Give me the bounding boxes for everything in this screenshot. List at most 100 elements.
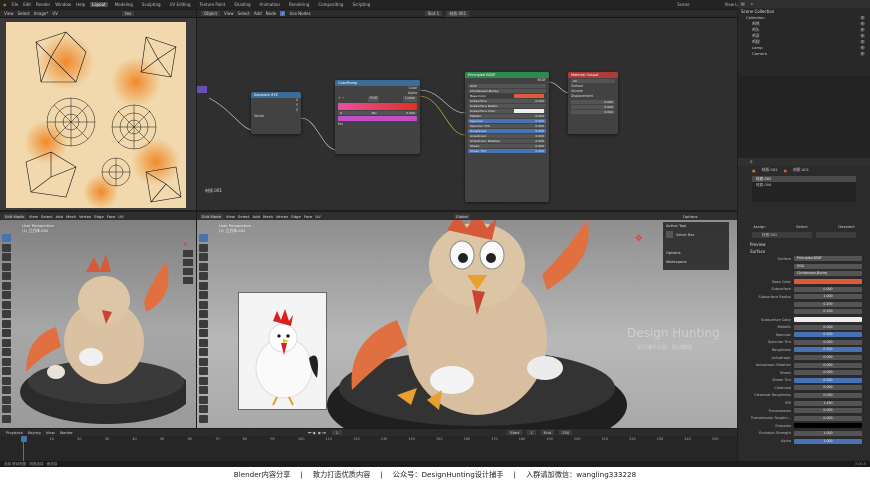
distribution-field[interactable]: GGX (794, 263, 862, 269)
rotate-tool-icon[interactable] (2, 262, 11, 271)
right-menu-uv[interactable]: UV (315, 214, 320, 219)
r-inset-tool-icon[interactable] (199, 319, 208, 328)
tab-shading[interactable]: Shading (232, 2, 252, 7)
assign-button[interactable]: Assign (753, 224, 765, 229)
surface-prop-value[interactable]: 1.450 (794, 400, 862, 406)
polybuild-tool-icon[interactable] (2, 357, 11, 366)
ramp-interp-selector[interactable]: Linear (403, 96, 417, 102)
socket-bsdf-out[interactable]: BSDF (465, 78, 549, 83)
surface-prop-value[interactable]: 0.000 (794, 286, 862, 292)
timeline-menu-view[interactable]: View (46, 430, 55, 435)
timeline-menu-marker[interactable]: Marker (60, 430, 73, 435)
timeline-menu-playback[interactable]: Playback (6, 430, 23, 435)
material-output-node[interactable]: Material Output All Surface Volume Displ… (568, 72, 618, 134)
timeline-menu-keying[interactable]: Keying (28, 430, 41, 435)
r-smooth-tool-icon[interactable] (199, 376, 208, 385)
separate-xyz-node[interactable]: Separate XYZ X Y Z Vector (251, 92, 301, 134)
edge-slide-tool-icon[interactable] (2, 386, 11, 394)
r-rip-tool-icon[interactable] (199, 414, 208, 423)
tab-rendering[interactable]: Rendering (287, 2, 311, 7)
sss-method-field[interactable]: Christensen-Burley (794, 271, 862, 277)
tab-animation[interactable]: Animation (258, 2, 282, 7)
bsdf-row[interactable]: Sheen Tint 0.500 (468, 148, 546, 154)
bsdf-row[interactable]: Anisotropic 0.000 (468, 133, 546, 139)
right-menu-edge[interactable]: Edge (291, 214, 301, 219)
bevel-tool-icon[interactable] (2, 329, 11, 337)
current-frame-field[interactable]: 1 (331, 430, 343, 435)
properties-object-name[interactable]: 材质.002 (762, 167, 778, 173)
select-box-icon[interactable] (666, 231, 673, 238)
color-ramp-node[interactable]: ColorRamp Color Alpha + − RGB Linear 0 Po… (335, 80, 420, 154)
playhead[interactable] (21, 436, 27, 442)
output-value-1[interactable]: 0.000 (571, 104, 615, 110)
menu-help[interactable]: Help (76, 2, 85, 7)
deselect-button[interactable]: Deselect (838, 224, 855, 229)
properties-search-icon[interactable]: ⌕ (750, 159, 753, 165)
surface-prop-value[interactable]: 0.000 (794, 415, 862, 421)
bsdf-row[interactable]: Specular Tint 0.000 (468, 123, 546, 129)
surface-prop-value[interactable] (794, 423, 862, 429)
surface-prop-value[interactable]: 0.000 (794, 355, 862, 361)
material-datablock-controls[interactable] (816, 232, 856, 238)
left-menu-vertex[interactable]: Vertex (79, 214, 91, 219)
move-tool-icon[interactable] (2, 253, 11, 261)
right-menu-select[interactable]: Select (238, 214, 250, 219)
bsdf-row[interactable]: Sheen 0.000 (468, 143, 546, 149)
left-menu-select[interactable]: Select (41, 214, 53, 219)
r-shrink-tool-icon[interactable] (199, 395, 208, 404)
tab-scripting[interactable]: Scripting (350, 2, 372, 7)
knife-tool-icon[interactable] (2, 348, 11, 356)
transform-orientation[interactable]: Global (453, 213, 470, 219)
bsdf-row[interactable]: Subsurface 0.000 (468, 98, 546, 104)
output-target[interactable]: All (571, 78, 615, 83)
shrink-tool-icon[interactable] (2, 395, 11, 404)
options-dropdown[interactable]: Options (683, 214, 698, 219)
tab-texture-paint[interactable]: Texture Paint (197, 2, 227, 7)
material-datablock-field[interactable]: 材质.001 (752, 232, 812, 238)
socket-fac[interactable]: Fac (335, 122, 420, 127)
uv-menu-uv[interactable]: UV (52, 11, 58, 16)
r-knife-tool-icon[interactable] (199, 348, 208, 356)
ramp-add-stop-icon[interactable]: + − (338, 96, 344, 101)
r-annotate-tool-icon[interactable] (199, 291, 208, 299)
surface-prop-value[interactable]: 0.200 (794, 301, 862, 307)
left-pan-icon[interactable] (183, 259, 193, 266)
left-menu-uv[interactable]: UV (118, 214, 123, 219)
uv-image-name[interactable]: tex (122, 11, 135, 16)
right-menu-add[interactable]: Add (253, 214, 260, 219)
axis-gizmo-icon[interactable]: ✥ (635, 234, 643, 244)
bsdf-row[interactable]: Subsurface Color (468, 108, 546, 114)
annotate-tool-icon[interactable] (2, 291, 11, 299)
workspace-section[interactable]: Workspace (663, 257, 729, 266)
scene-selector[interactable]: Scene (677, 2, 689, 7)
r-scale-tool-icon[interactable] (199, 272, 208, 280)
outliner-search-icon[interactable]: ⌕ (751, 0, 753, 8)
blender-logo-icon[interactable]: ◉ (3, 2, 7, 7)
r-select-tool-icon[interactable] (199, 234, 208, 242)
surface-prop-value[interactable]: 0.000 (794, 324, 862, 330)
menu-render[interactable]: Render (36, 2, 50, 7)
surface-prop-value[interactable] (794, 279, 862, 285)
spin-tool-icon[interactable] (2, 367, 11, 375)
output-value-0[interactable]: 0.000 (571, 99, 615, 105)
cursor-tool-icon[interactable] (2, 243, 11, 252)
right-menu-mesh[interactable]: Mesh (263, 214, 273, 219)
menu-window[interactable]: Window (55, 2, 71, 7)
outliner-item[interactable]: Camera 👁 (738, 51, 870, 57)
surface-prop-value[interactable]: 1.000 (794, 294, 862, 300)
tab-modeling[interactable]: Modeling (113, 2, 135, 7)
reference-image[interactable] (238, 292, 327, 410)
left-menu-face[interactable]: Face (107, 214, 116, 219)
left-zoom-icon[interactable] (183, 250, 193, 257)
ramp-gradient[interactable] (338, 102, 417, 110)
surface-prop-value[interactable]: 0.000 (794, 385, 862, 391)
options-section[interactable]: Options (663, 248, 729, 257)
menu-edit[interactable]: Edit (23, 2, 31, 7)
outliner-type-icon[interactable]: ▤ (741, 0, 745, 8)
viewport-right[interactable]: Edit Mode View Select Add Mesh Vertex Ed… (197, 212, 737, 428)
surface-prop-value[interactable]: 0.000 (794, 339, 862, 345)
socket-vector[interactable]: Vector (251, 114, 301, 119)
visibility-icon[interactable]: 👁 (860, 51, 865, 57)
r-extrude-tool-icon[interactable] (199, 310, 208, 318)
r-edge-slide-tool-icon[interactable] (199, 386, 208, 394)
